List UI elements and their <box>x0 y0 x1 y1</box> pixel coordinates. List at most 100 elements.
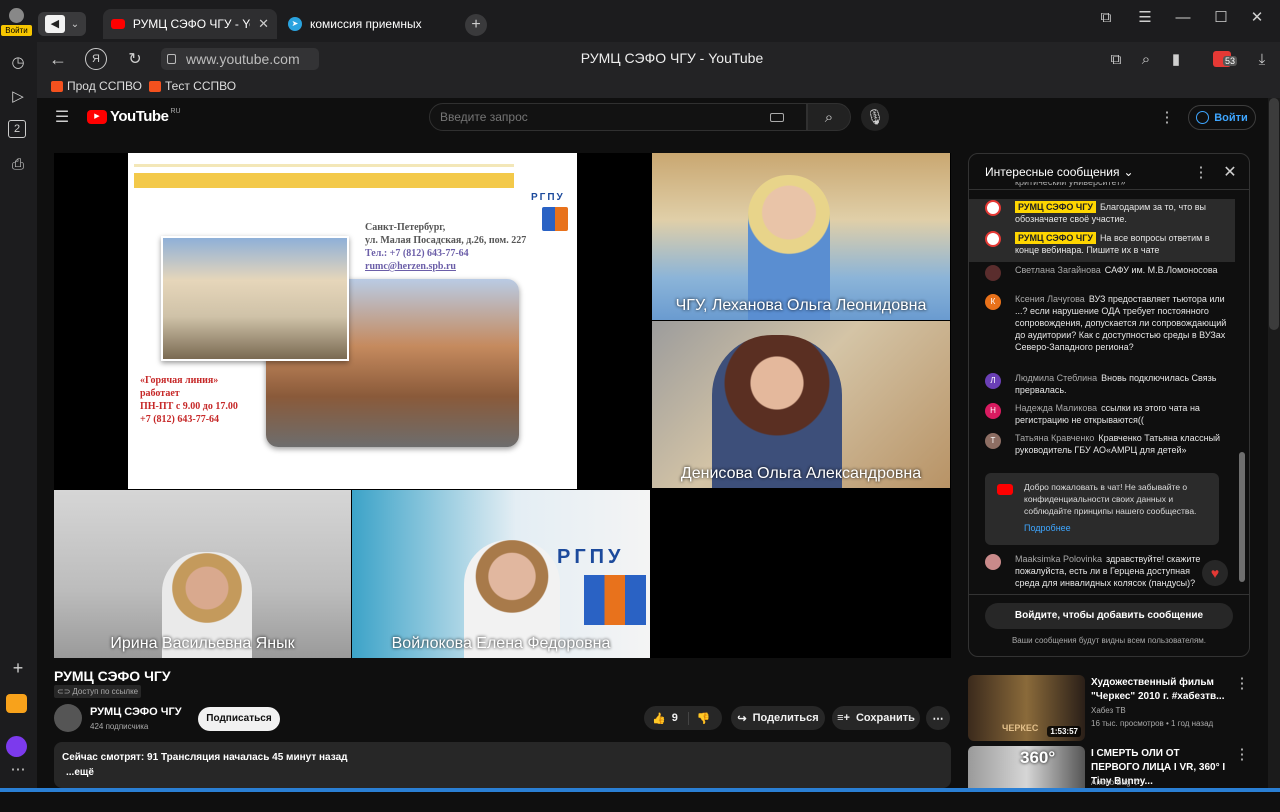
profile-button[interactable]: Войти <box>0 6 34 40</box>
recommended-more-icon[interactable]: ⋮ <box>1235 675 1250 692</box>
close-icon[interactable]: ✕ <box>258 16 269 32</box>
bookmark-manager-icon[interactable]: ⧉ <box>1095 6 1117 28</box>
recommended-video[interactable]: 360° I СМЕРТЬ ОЛИ ОТ ПЕРВОГО ЛИЦА I VR, … <box>968 746 1250 812</box>
share-button[interactable]: ↪ Поделиться <box>731 706 825 730</box>
reload-icon[interactable]: ↻ <box>124 48 146 70</box>
slide-address-line: rumc@herzen.spb.ru <box>365 261 456 272</box>
tab-title: РУМЦ СЭФО ЧГУ - YouTube <box>132 17 250 31</box>
tab-telegram[interactable]: ➤ комиссия приемных <box>280 9 450 39</box>
chat-message: К Ксения Лачугова ВУЗ предоставляет тьюто… <box>985 293 1235 353</box>
subscriber-count: 424 подписчика <box>90 722 149 731</box>
folder-icon <box>149 80 161 92</box>
chat-message: Н Надежда Маликова ссылки из этого чата н… <box>985 402 1235 426</box>
link-icon: ⊂⊃ <box>57 687 71 696</box>
like-button[interactable]: 👍 9 <box>644 711 689 725</box>
bookmark-test[interactable]: Тест ССПВО <box>149 79 236 93</box>
dislike-button[interactable]: 👎 <box>689 712 711 725</box>
chat-scroll-thumb[interactable] <box>1239 452 1245 582</box>
download-icon[interactable]: ⤓ <box>1251 48 1273 70</box>
signin-button[interactable]: Войти <box>1188 105 1256 130</box>
page-scrollbar-thumb[interactable] <box>1269 98 1279 330</box>
screenshot-icon[interactable]: ⎙ <box>6 152 30 176</box>
tab-group-button[interactable]: 2 <box>8 120 26 138</box>
voice-search-button[interactable]: 🎙 <box>861 103 889 131</box>
more-actions-button[interactable]: ⋯ <box>926 706 950 730</box>
video-duration: 1:53:57 <box>1047 726 1081 737</box>
close-window-icon[interactable]: ✕ <box>1246 6 1268 28</box>
chat-mode-dropdown[interactable]: Интересные сообщения ⌄ <box>985 165 1134 179</box>
description-box[interactable]: Сейчас смотрят: 91 Трансляция началась 4… <box>54 742 951 788</box>
recommended-meta: 16 тыс. просмотров • 1 год назад <box>1091 719 1214 728</box>
logo-text: YouTube <box>110 108 169 125</box>
sound-toggle-button[interactable]: ◀ ⌄ <box>38 12 86 36</box>
slide-hotline-line: работает <box>140 388 180 399</box>
save-label: Сохранить <box>855 712 915 724</box>
slide-header-bar <box>134 173 514 188</box>
settings-more-icon[interactable]: ⋮ <box>1157 106 1177 128</box>
account-icon <box>1196 111 1210 124</box>
copy-link-icon[interactable]: ⧉ <box>1105 48 1127 70</box>
youtube-logo[interactable]: ▶ YouTube RU <box>87 108 181 125</box>
chat-avatar <box>985 231 1001 247</box>
recommended-channel: Хабез ТВ <box>1091 706 1126 715</box>
slide-address-line: Тел.: +7 (812) 643-77-64 <box>365 248 469 259</box>
channel-avatar[interactable] <box>54 704 82 732</box>
yandex-icon[interactable]: Я <box>85 48 107 70</box>
show-more-link[interactable]: ...ещё <box>66 767 94 778</box>
page-scrollbar[interactable] <box>1268 98 1280 792</box>
chat-signin-button[interactable]: Войдите, чтобы добавить сообщение <box>985 603 1233 629</box>
address-field[interactable]: www.youtube.com <box>161 48 319 70</box>
recommended-video[interactable]: ЧЕРКЕС 1:53:57 Художественный фильм "Чер… <box>968 675 1250 741</box>
chat-author: Maaksimka Polovinka <box>1015 554 1103 564</box>
login-badge: Войти <box>1 25 32 36</box>
chat-scroll-track[interactable] <box>1239 192 1245 590</box>
mail-icon[interactable] <box>6 694 27 713</box>
search-button[interactable]: ⌕ <box>807 103 851 131</box>
maximize-icon[interactable]: ☐ <box>1210 6 1232 28</box>
user-icon <box>9 8 24 23</box>
chat-text: САФУ им. М.В.Ломоносова <box>1104 265 1218 275</box>
channel-name[interactable]: РУМЦ СЭФО ЧГУ <box>90 706 182 718</box>
welcome-text: Добро пожаловать в чат! Не забывайте о к… <box>1024 482 1197 516</box>
logo-region: RU <box>170 108 181 115</box>
participant-name: Ирина Васильевна Янык <box>110 635 295 652</box>
history-icon[interactable]: ◷ <box>6 50 30 74</box>
reaction-heart-button[interactable]: ♥ <box>1202 560 1228 586</box>
chat-message: Maaksimka Polovinka здравствуйте! скажите… <box>985 553 1215 589</box>
subscribe-button[interactable]: Подписаться <box>198 707 280 731</box>
lock-icon <box>167 54 176 64</box>
taskbar-edge <box>0 788 1280 792</box>
slide-address: Санкт-Петербург, ул. Малая Посадская, д.… <box>365 221 526 273</box>
new-tab-button[interactable]: + <box>465 14 487 36</box>
presentation-slide: РГПУ Санкт-Петербург, ул. Малая Посадска… <box>128 153 577 489</box>
search-box[interactable] <box>429 103 807 131</box>
add-panel-icon[interactable]: + <box>6 656 30 680</box>
bookmark-prod[interactable]: Прод ССПВО <box>51 79 142 93</box>
tab-youtube[interactable]: РУМЦ СЭФО ЧГУ - YouTube ✕ <box>103 9 277 39</box>
keyboard-icon[interactable] <box>770 112 784 122</box>
more-icon[interactable]: ⋯ <box>6 761 30 778</box>
recommended-channel: Ammo Bag ツ <box>1091 778 1141 787</box>
bookmark-icon[interactable]: ▮ <box>1165 48 1187 70</box>
access-badge: ⊂⊃ Доступ по ссылке <box>54 685 142 698</box>
recommended-more-icon[interactable]: ⋮ <box>1235 746 1250 763</box>
url-text: www.youtube.com <box>186 51 300 67</box>
alice-icon[interactable] <box>6 736 27 757</box>
search-input[interactable] <box>440 110 770 124</box>
chat-more-icon[interactable]: ⋮ <box>1193 162 1209 182</box>
close-chat-icon[interactable]: ✕ <box>1221 162 1239 182</box>
minimize-icon[interactable]: — <box>1172 6 1194 28</box>
video-player[interactable]: РГПУ Санкт-Петербург, ул. Малая Посадска… <box>54 153 951 658</box>
welcome-link[interactable]: Подробнее <box>1024 523 1071 533</box>
chat-message: РУМЦ СЭФО ЧГУ Благодарим за то, что вы об… <box>969 199 1235 231</box>
participant-tile: Ирина Васильевна Янык <box>54 490 351 658</box>
menu-icon[interactable]: ☰ <box>1134 6 1156 28</box>
back-icon[interactable]: ← <box>47 48 69 70</box>
slide-photo-secondary <box>161 236 349 361</box>
media-player-icon[interactable]: ▷ <box>6 84 30 108</box>
chat-avatar: Н <box>985 403 1001 419</box>
save-button[interactable]: ≡+ Сохранить <box>832 706 920 730</box>
hamburger-icon[interactable]: ☰ <box>51 106 73 128</box>
youtube-play-icon: ▶ <box>87 109 107 124</box>
reader-icon[interactable]: ⌕ <box>1135 48 1157 70</box>
